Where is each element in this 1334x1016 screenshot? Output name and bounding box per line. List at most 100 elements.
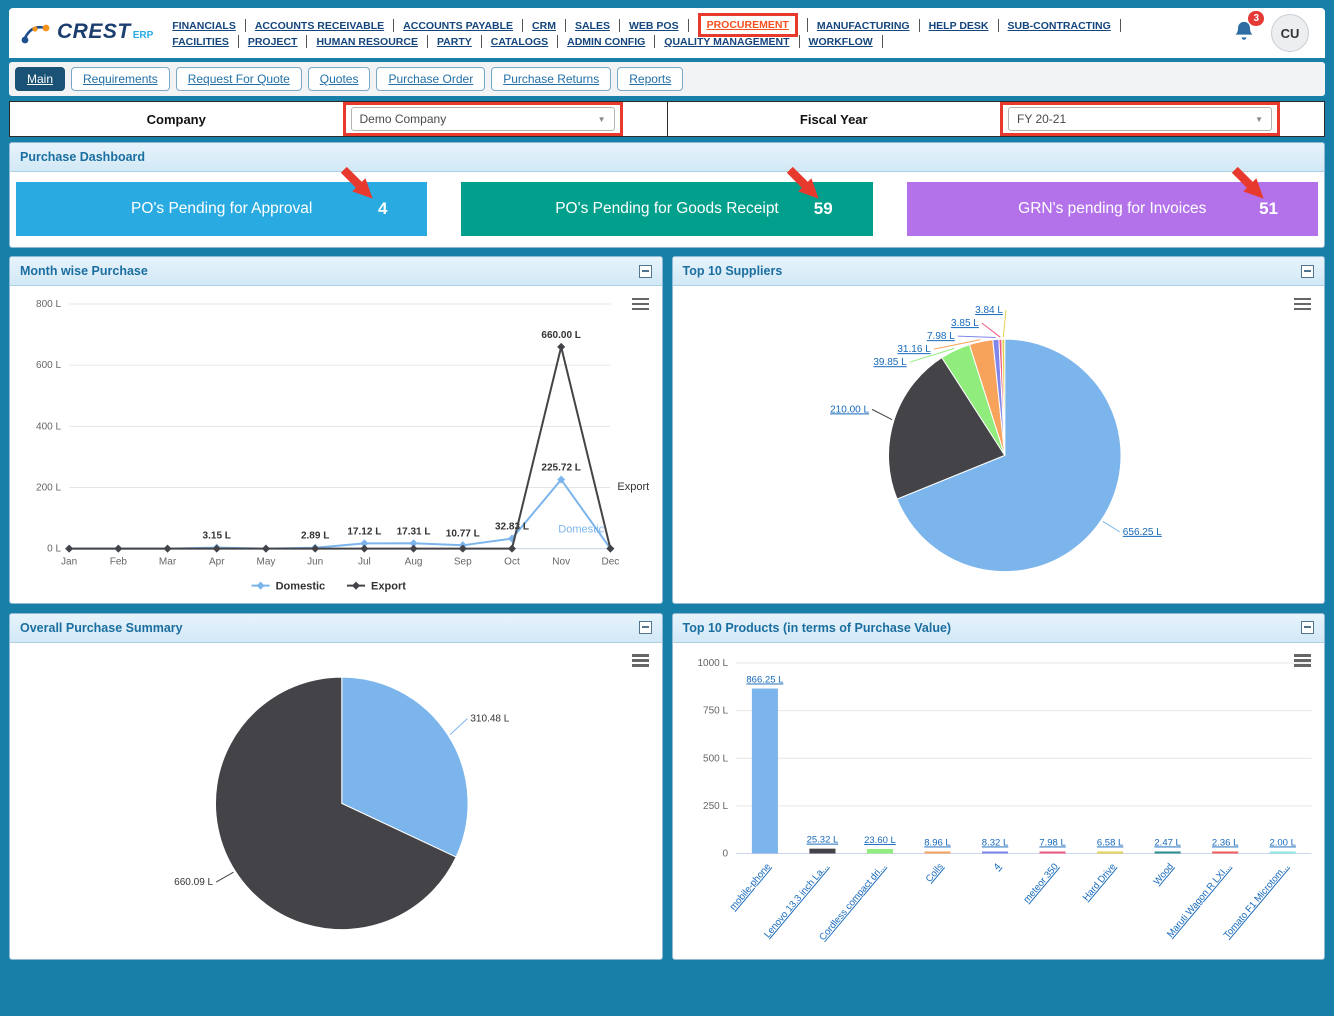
kpi-row: PO's Pending for Approval 4 PO's Pending f… xyxy=(10,166,1324,247)
notifications-bell[interactable]: 3 xyxy=(1233,10,1264,48)
top-suppliers-chart: 3.84 L 3.85 L 7.98 L 31.16 L 39.85 L 210.00 L… xyxy=(830,305,1162,573)
nav-item-sales[interactable]: SALES xyxy=(566,18,620,32)
chevron-down-icon: ▼ xyxy=(597,114,606,124)
nav-link[interactable]: FINANCIALS xyxy=(172,20,236,32)
nav-item-web-pos[interactable]: WEB POS xyxy=(620,18,689,32)
chart-context-menu-icon[interactable] xyxy=(631,295,649,313)
user-avatar[interactable]: CU xyxy=(1271,14,1309,52)
nav-link[interactable]: SALES xyxy=(575,20,610,32)
nav-link[interactable]: CATALOGS xyxy=(491,36,548,48)
svg-text:32.83 L: 32.83 L xyxy=(495,522,529,533)
nav-item-human-resource[interactable]: HUMAN RESOURCE xyxy=(307,35,428,48)
svg-text:2.00 L: 2.00 L xyxy=(1269,837,1295,848)
svg-text:600 L: 600 L xyxy=(36,360,61,371)
fiscal-year-label: Fiscal Year xyxy=(799,111,868,127)
tab-reports[interactable]: Reports xyxy=(617,67,684,91)
chart-context-menu-icon[interactable] xyxy=(1294,295,1311,313)
chart-context-menu-icon[interactable] xyxy=(1294,652,1311,670)
nav-link[interactable]: WORKFLOW xyxy=(809,36,873,48)
svg-text:750 L: 750 L xyxy=(703,705,728,716)
company-select[interactable]: Demo Company ▼ xyxy=(350,107,615,131)
nav-link[interactable]: FACILITIES xyxy=(172,36,229,48)
svg-text:250 L: 250 L xyxy=(703,801,728,812)
fiscal-year-select[interactable]: FY 20-21 ▼ xyxy=(1008,107,1272,131)
svg-text:Oct: Oct xyxy=(504,557,520,568)
nav-link[interactable]: HELP DESK xyxy=(929,20,989,32)
svg-text:866.25 L: 866.25 L xyxy=(746,674,783,685)
svg-text:0: 0 xyxy=(722,848,728,859)
collapse-panel-icon[interactable] xyxy=(1301,264,1314,278)
nav-link[interactable]: ACCOUNTS RECEIVABLE xyxy=(255,20,384,32)
nav-item-accounts-receivable[interactable]: ACCOUNTS RECEIVABLE xyxy=(246,18,395,32)
kpi-card-2[interactable]: PO's Pending for Goods Receipt 59 xyxy=(461,166,873,236)
collapse-panel-icon[interactable] xyxy=(638,264,652,278)
nav-link[interactable]: WEB POS xyxy=(629,20,679,32)
svg-text:Dec: Dec xyxy=(601,557,619,568)
nav-item-facilities[interactable]: FACILITIES xyxy=(163,35,239,48)
tab-request-for-quote[interactable]: Request For Quote xyxy=(175,67,302,91)
panel-header: Month wise Purchase xyxy=(10,257,662,286)
svg-text:2.36 L: 2.36 L xyxy=(1211,837,1237,848)
svg-text:0 L: 0 L xyxy=(47,544,61,555)
nav-item-party[interactable]: PARTY xyxy=(428,35,482,48)
nav-link[interactable]: QUALITY MANAGEMENT xyxy=(664,36,789,48)
nav-item-project[interactable]: PROJECT xyxy=(239,35,308,48)
app-logo[interactable]: CREST ERP xyxy=(21,20,153,46)
header-right: 3 CU xyxy=(1233,10,1313,52)
tab-quotes[interactable]: Quotes xyxy=(307,67,371,91)
collapse-panel-icon[interactable] xyxy=(1301,621,1314,635)
fiscal-year-select-value: FY 20-21 xyxy=(1017,112,1067,126)
top-header: CREST ERP FINANCIALS ACCOUNTS RECEIVABLE A… xyxy=(9,8,1325,58)
tab-purchase-returns[interactable]: Purchase Returns xyxy=(491,67,612,91)
nav-item-financials[interactable]: FINANCIALS xyxy=(163,18,246,32)
kpi-label: PO's Pending for Approval xyxy=(131,200,313,217)
nav-link[interactable]: MANUFACTURING xyxy=(817,20,910,32)
kpi-card-3[interactable]: GRN's pending for Invoices 51 xyxy=(906,166,1318,236)
svg-text:Export: Export xyxy=(617,481,649,493)
nav-item-help-desk[interactable]: HELP DESK xyxy=(920,18,999,32)
nav-link[interactable]: PROJECT xyxy=(248,36,298,48)
notification-badge: 3 xyxy=(1248,10,1264,26)
company-select-value: Demo Company xyxy=(359,112,447,126)
nav-link[interactable]: PARTY xyxy=(437,36,472,48)
chart-body: 3.84 L 3.85 L 7.98 L 31.16 L 39.85 L 210.00 L… xyxy=(673,286,1325,603)
nav-item-catalogs[interactable]: CATALOGS xyxy=(482,35,559,48)
nav-item-accounts-payable[interactable]: ACCOUNTS PAYABLE xyxy=(394,18,524,32)
nav-link[interactable]: HUMAN RESOURCE xyxy=(316,36,418,48)
filter-bar: Company Demo Company ▼ Fiscal Year FY 20… xyxy=(9,101,1325,137)
nav-item-workflow[interactable]: WORKFLOW xyxy=(800,35,883,48)
svg-text:Coils: Coils xyxy=(923,861,945,884)
tab-requirements[interactable]: Requirements xyxy=(71,67,170,91)
nav-link[interactable]: PROCUREMENT xyxy=(707,19,789,31)
svg-text:3.84 L: 3.84 L xyxy=(975,305,1003,316)
nav-item-sub-contracting[interactable]: SUB-CONTRACTING xyxy=(999,18,1121,32)
svg-text:17.31 L: 17.31 L xyxy=(397,526,431,537)
svg-text:Nov: Nov xyxy=(552,557,570,568)
nav-link[interactable]: ACCOUNTS PAYABLE xyxy=(403,20,513,32)
nav-link[interactable]: SUB-CONTRACTING xyxy=(1008,20,1111,32)
kpi-card-1[interactable]: PO's Pending for Approval 4 xyxy=(16,166,428,236)
nav-link[interactable]: CRM xyxy=(532,20,556,32)
svg-text:Wood: Wood xyxy=(1151,861,1175,887)
nav-item-quality-management[interactable]: QUALITY MANAGEMENT xyxy=(655,35,800,48)
svg-text:7.98 L: 7.98 L xyxy=(926,331,954,342)
nav-item-manufacturing[interactable]: MANUFACTURING xyxy=(808,18,920,32)
tab-main[interactable]: Main xyxy=(15,67,66,91)
nav-item-crm[interactable]: CRM xyxy=(523,18,566,32)
nav-link[interactable]: ADMIN CONFIG xyxy=(567,36,645,48)
nav-item-admin-config[interactable]: ADMIN CONFIG xyxy=(558,35,656,48)
svg-text:3.85 L: 3.85 L xyxy=(951,318,979,329)
svg-text:25.32 L: 25.32 L xyxy=(806,834,838,845)
kpi-label: PO's Pending for Goods Receipt xyxy=(555,200,779,217)
chart-context-menu-icon[interactable] xyxy=(631,652,649,670)
svg-text:Cordless compact dri...: Cordless compact dri... xyxy=(817,861,888,943)
collapse-panel-icon[interactable] xyxy=(638,621,652,635)
svg-text:2.89 L: 2.89 L xyxy=(301,531,329,542)
tab-purchase-order[interactable]: Purchase Order xyxy=(376,67,486,91)
logo-text: CREST xyxy=(57,20,131,43)
svg-text:7.98 L: 7.98 L xyxy=(1039,837,1065,848)
company-label: Company xyxy=(146,111,206,127)
svg-text:Jun: Jun xyxy=(307,557,323,568)
svg-text:Domestic: Domestic xyxy=(558,524,604,536)
nav-item-procurement[interactable]: PROCUREMENT xyxy=(689,13,808,37)
